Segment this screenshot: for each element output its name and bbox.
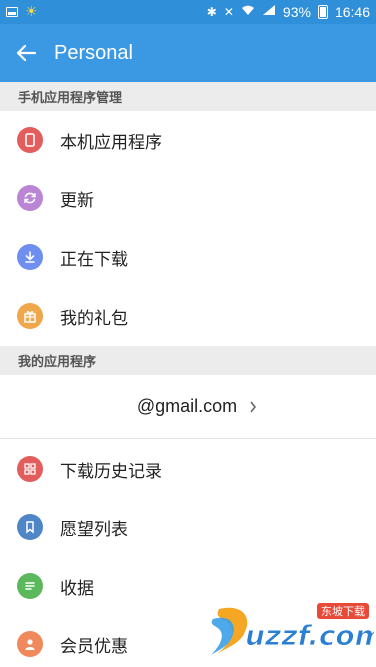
menu-item-label: 本机应用程序 (60, 132, 162, 153)
section-header-my-apps: 我的应用程序 (0, 346, 376, 375)
signal-icon (262, 4, 276, 20)
download-icon (17, 244, 43, 270)
account-row[interactable]: @gmail.com (0, 375, 376, 439)
bluetooth-icon: ✱ (206, 5, 217, 19)
menu-item-label: 下载历史记录 (60, 461, 162, 482)
menu-item-label: 更新 (60, 190, 94, 211)
watermark-logo: uzzf.com 东坡下载 (199, 599, 376, 659)
back-button[interactable] (12, 39, 40, 67)
menu-item-download-history[interactable]: 下载历史记录 (0, 440, 376, 498)
wifi-icon (241, 4, 255, 20)
menu-item-label: 会员优惠 (60, 636, 128, 657)
menu-item-label: 愿望列表 (60, 519, 128, 540)
menu-item-device-apps[interactable]: 本机应用程序 (0, 111, 376, 169)
status-bar: ☀ ✱ ✕ 93% 16:46 (0, 0, 376, 24)
phone-icon (17, 127, 43, 153)
status-right: ✱ ✕ 93% 16:46 (207, 4, 370, 20)
clock: 16:46 (334, 4, 370, 20)
svg-text:uzzf.com: uzzf.com (245, 619, 374, 652)
grid-icon (17, 456, 43, 482)
bookmark-icon (17, 514, 43, 540)
refresh-icon (17, 185, 43, 211)
mute-icon: ✕ (223, 5, 234, 19)
weather-sun-icon: ☀ (25, 4, 38, 20)
gift-icon (17, 303, 43, 329)
battery-icon (317, 5, 328, 19)
menu-item-label: 收据 (60, 578, 94, 599)
chevron-right-icon (249, 401, 257, 413)
back-arrow-icon (16, 44, 36, 62)
menu-item-updates[interactable]: 更新 (0, 169, 376, 227)
status-left: ☀ (6, 5, 38, 19)
menu-item-label: 我的礼包 (60, 308, 128, 329)
section-header-phone-apps: 手机应用程序管理 (0, 82, 376, 111)
person-icon (17, 631, 43, 657)
receipt-icon (17, 573, 43, 599)
menu-item-wishlist[interactable]: 愿望列表 (0, 498, 376, 556)
menu-item-downloading[interactable]: 正在下载 (0, 228, 376, 286)
svg-text:东坡下载: 东坡下载 (321, 605, 365, 618)
menu-item-label: 正在下载 (60, 249, 128, 270)
account-email: @gmail.com (136, 396, 238, 416)
menu-item-gift-packs[interactable]: 我的礼包 (0, 287, 376, 345)
page-title: Personal (54, 41, 133, 64)
app-bar: Personal (0, 24, 376, 82)
battery-percent: 93% (282, 4, 311, 20)
gallery-notification-icon (6, 7, 18, 17)
